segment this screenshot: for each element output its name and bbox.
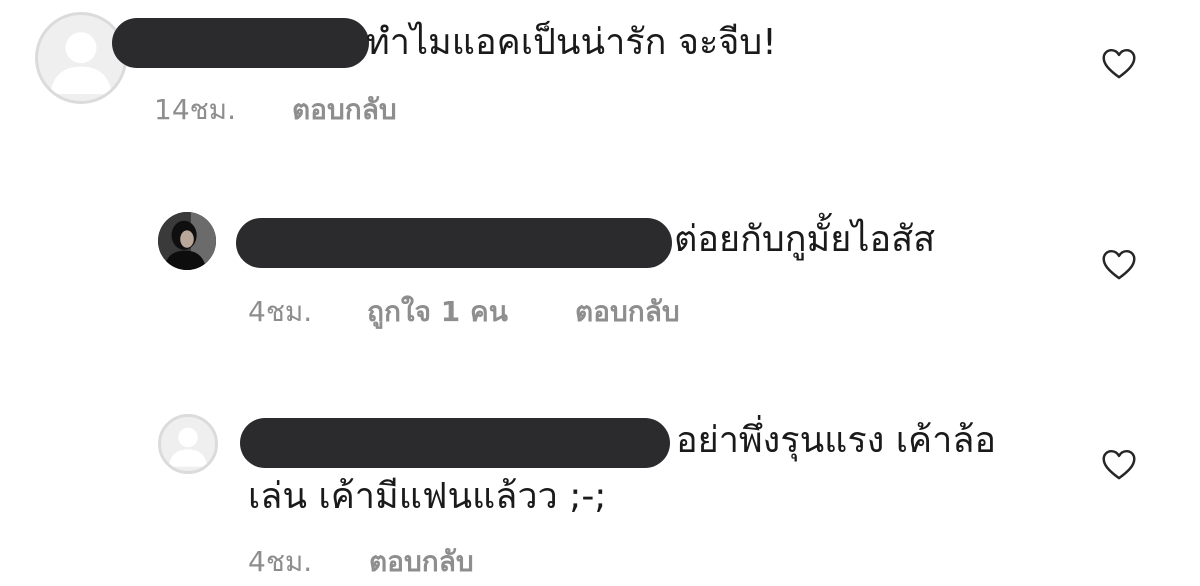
like-button[interactable] xyxy=(1101,449,1137,481)
commenter-avatar[interactable] xyxy=(158,414,218,474)
comment-text: ทำไมแอคเป็นน่ารัก จะจีบ! xyxy=(366,22,777,63)
heart-outline-icon xyxy=(1102,449,1136,480)
reply-button[interactable]: ตอบกลับ xyxy=(575,290,680,334)
user-photo-avatar xyxy=(158,212,216,270)
heart-outline-icon xyxy=(1102,249,1136,280)
default-avatar-icon xyxy=(50,32,112,95)
like-button[interactable] xyxy=(1101,48,1137,80)
redacted-username[interactable] xyxy=(112,18,369,68)
like-button[interactable] xyxy=(1101,249,1137,281)
reply-button[interactable]: ตอบกลับ xyxy=(369,540,474,584)
redacted-username[interactable] xyxy=(240,418,670,468)
likes-count-link[interactable]: ถูกใจ 1 คน xyxy=(367,290,508,334)
comment-time: 4ชม. xyxy=(248,295,313,328)
comment-text: ต่อยกับกูมั้ยไอสัส xyxy=(674,219,936,260)
comment-time: 14ชม. xyxy=(154,93,236,126)
comment-text-line-2: เล่น เค้ามีแฟนแล้วว ;-; xyxy=(248,476,607,517)
comment-time: 4ชม. xyxy=(248,545,313,578)
commenter-avatar[interactable] xyxy=(158,212,216,270)
reply-button[interactable]: ตอบกลับ xyxy=(292,88,397,132)
redacted-username[interactable] xyxy=(236,218,672,268)
commenter-avatar[interactable] xyxy=(35,12,127,104)
default-avatar-icon xyxy=(168,427,208,467)
heart-outline-icon xyxy=(1102,48,1136,79)
comment-text-line-1: อย่าพึ่งรุนแรง เค้าล้อ xyxy=(676,420,997,461)
